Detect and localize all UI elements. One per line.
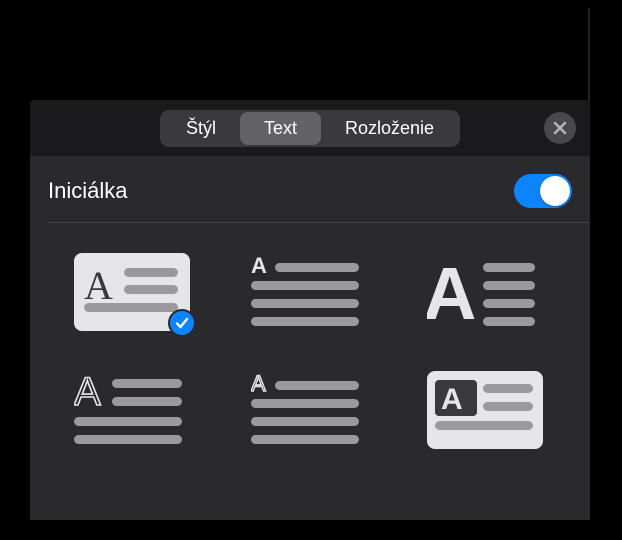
format-panel: Štýl Text Rozloženie Iniciálka A xyxy=(30,100,590,520)
dropcap-style-3[interactable]: A xyxy=(427,253,543,331)
tab-style[interactable]: Štýl xyxy=(162,112,240,145)
dropcap-label: Iniciálka xyxy=(48,178,127,204)
svg-text:A: A xyxy=(251,253,267,278)
dropcap-style-5[interactable]: A xyxy=(251,371,367,449)
segmented-control: Štýl Text Rozloženie xyxy=(160,110,460,147)
style-grid: A A A xyxy=(30,223,590,449)
dropcap-toggle[interactable] xyxy=(514,174,572,208)
dropcap-row: Iniciálka xyxy=(30,156,590,222)
svg-text:A: A xyxy=(427,253,476,331)
dropcap-style-4[interactable]: A xyxy=(74,371,190,449)
check-icon xyxy=(175,316,189,330)
dropcap-style-1[interactable]: A xyxy=(74,253,190,331)
svg-text:A: A xyxy=(441,383,463,416)
checkmark-badge xyxy=(168,309,196,337)
tab-layout[interactable]: Rozloženie xyxy=(321,112,458,145)
dropcap-style-2[interactable]: A xyxy=(251,253,367,331)
svg-text:A: A xyxy=(74,371,101,414)
panel-header: Štýl Text Rozloženie xyxy=(30,100,590,156)
tab-text[interactable]: Text xyxy=(240,112,321,145)
close-icon xyxy=(553,121,567,135)
svg-text:A: A xyxy=(251,371,266,396)
svg-text:A: A xyxy=(84,263,113,308)
dropcap-style-6[interactable]: A xyxy=(427,371,543,449)
close-button[interactable] xyxy=(544,112,576,144)
